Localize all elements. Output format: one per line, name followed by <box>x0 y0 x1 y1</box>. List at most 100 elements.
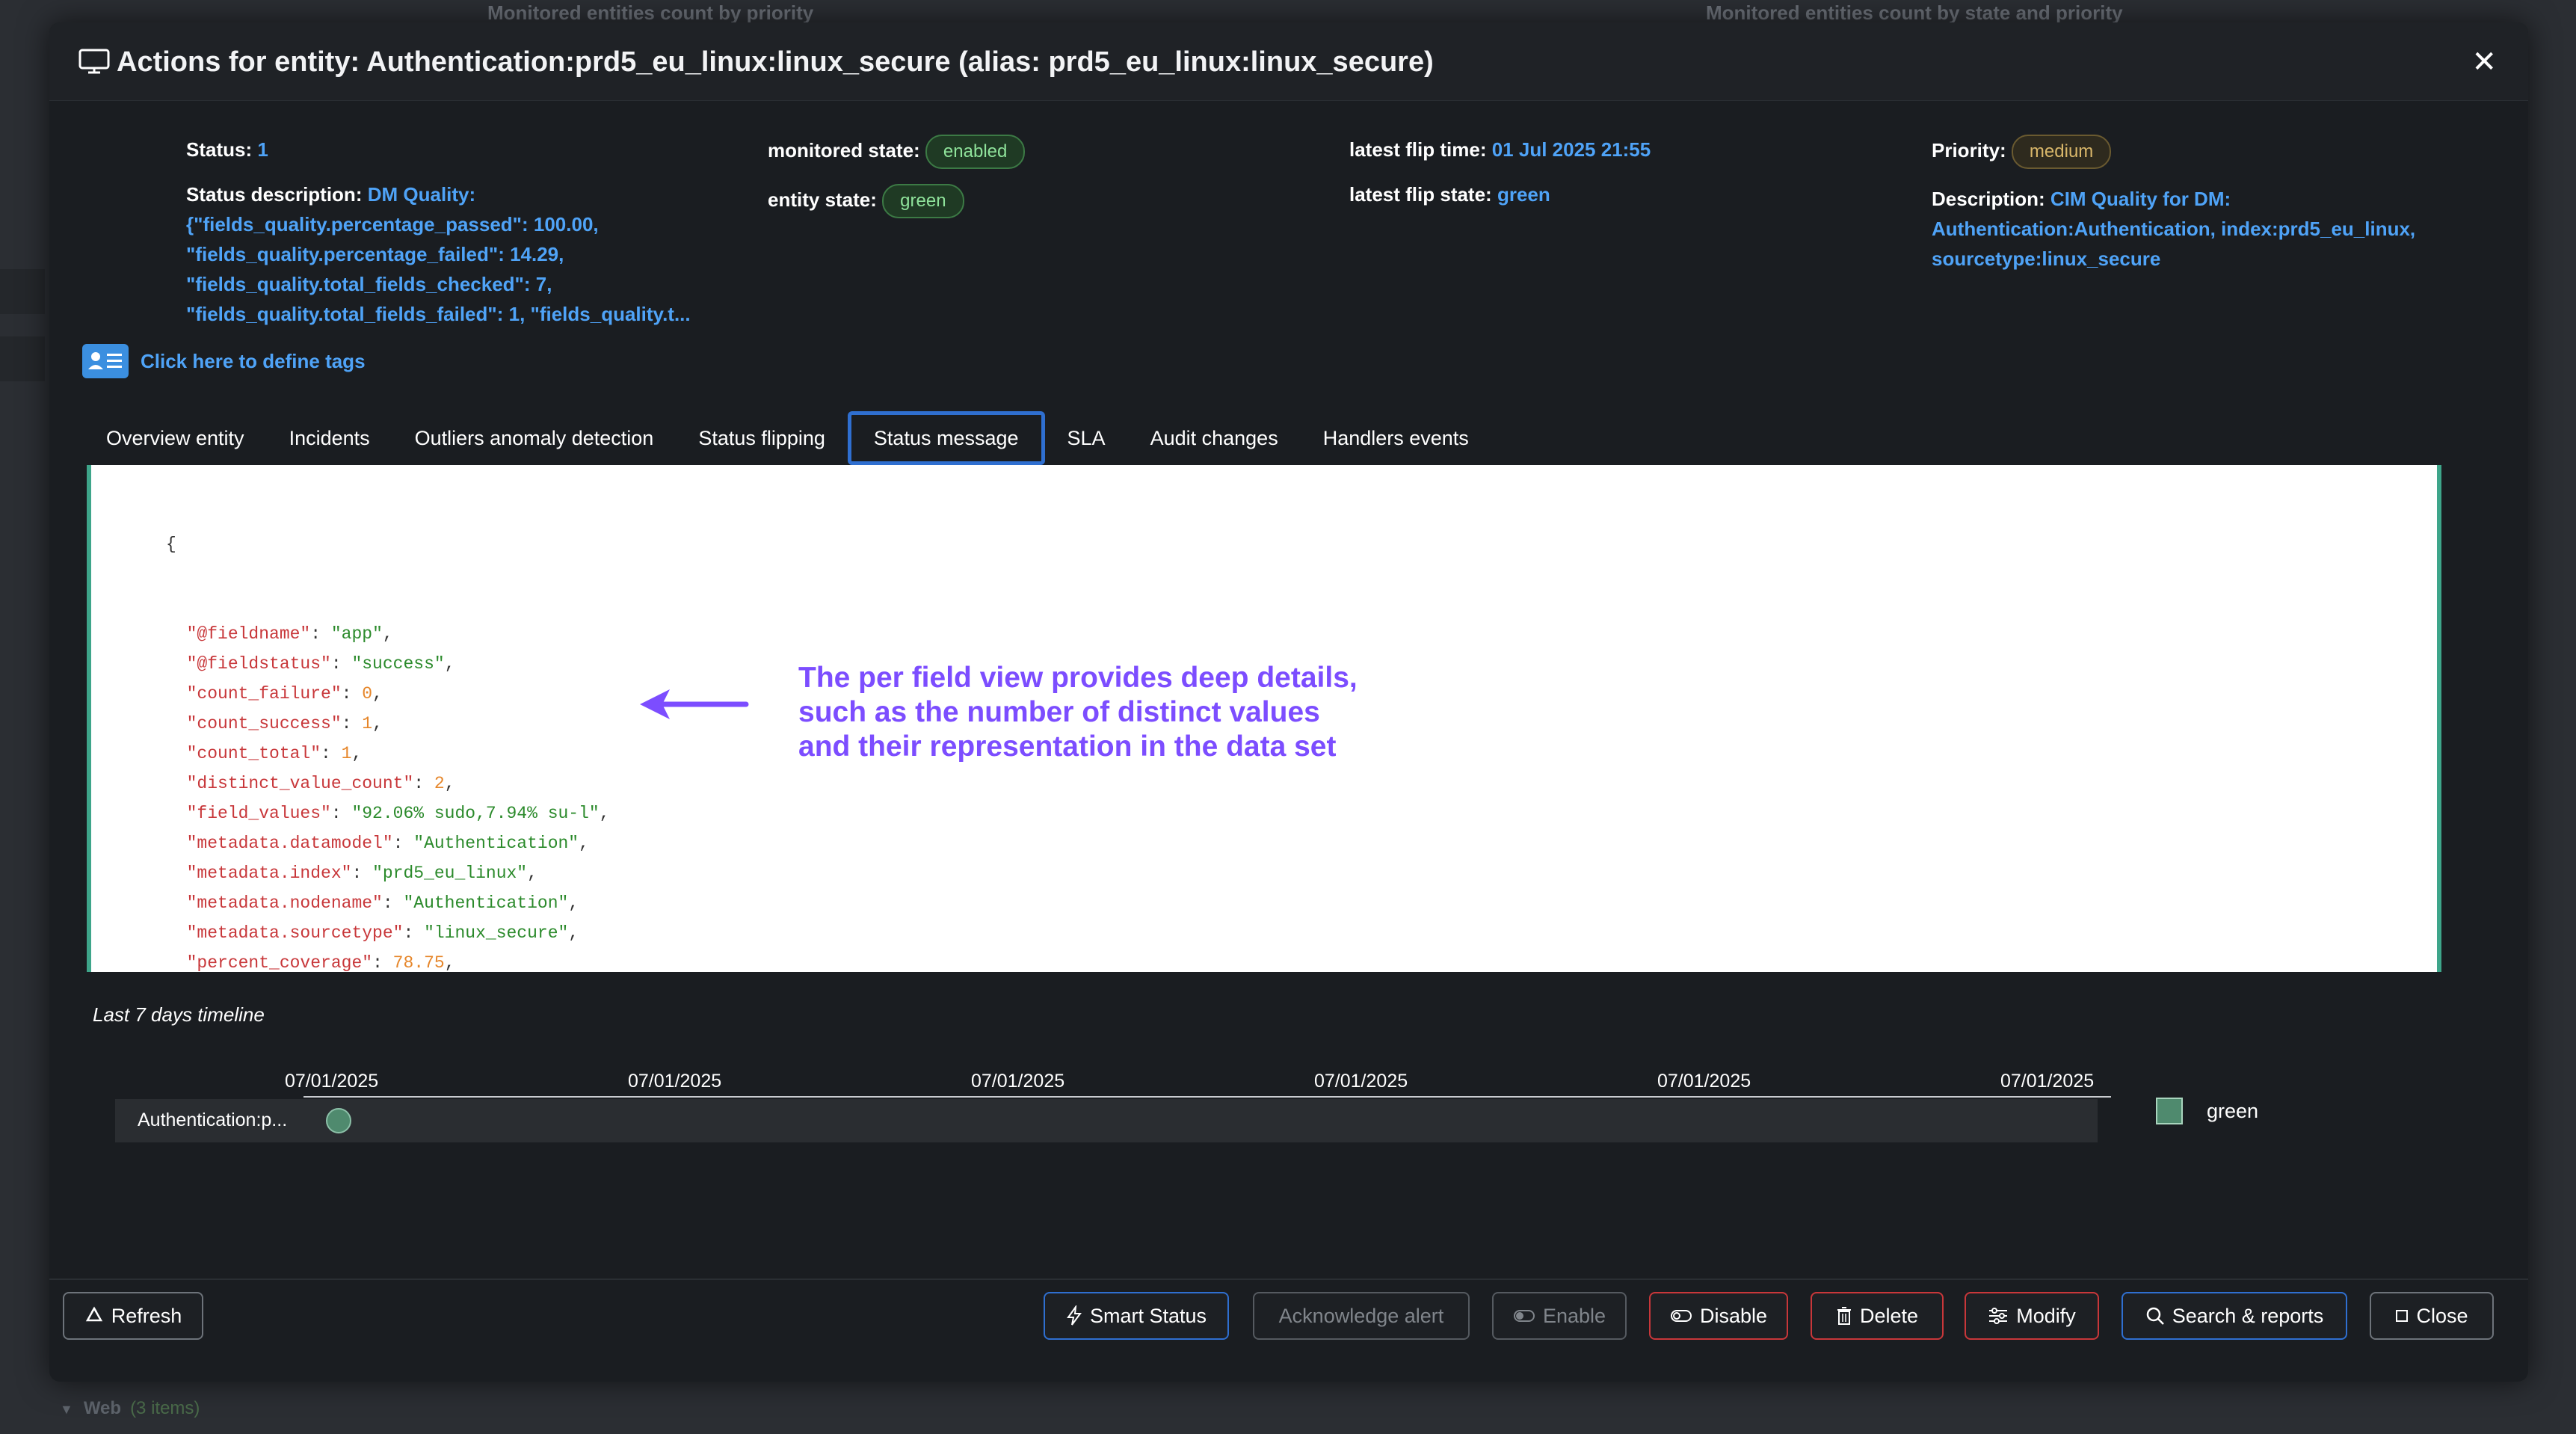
code-line: "metadata.sourcetype": "linux_secure", <box>186 923 579 943</box>
code-value: "success" <box>351 654 445 674</box>
flip-time-label: latest flip time: <box>1349 138 1487 161</box>
id-card-icon <box>82 344 129 378</box>
refresh-button[interactable]: Refresh <box>63 1292 203 1340</box>
tab-outliers-anomaly-detection[interactable]: Outliers anomaly detection <box>392 411 677 465</box>
status-description-label: Status description: <box>186 183 363 206</box>
code-value: "app" <box>330 624 383 644</box>
smart-status-button[interactable]: Smart Status <box>1044 1292 1229 1340</box>
smart-status-label: Smart Status <box>1089 1304 1207 1327</box>
bg-chart-title-state-priority: Monitored entities count by state and pr… <box>1706 1 2123 24</box>
code-line: "metadata.index": "prd5_eu_linux", <box>186 864 537 883</box>
code-key: "count_success" <box>186 714 342 733</box>
code-key: "metadata.datamodel" <box>186 834 393 853</box>
annotation-line: The per field view provides deep details… <box>798 662 1358 694</box>
annotation-line: and their representation in the data set <box>798 730 1337 763</box>
bg-section-count: (3 items) <box>130 1398 200 1418</box>
timeline-tick: 07/01/2025 <box>2000 1071 2095 1092</box>
annotation-callout: The per field view provides deep details… <box>798 661 1358 764</box>
disable-label: Disable <box>1699 1304 1768 1327</box>
tab-audit-changes[interactable]: Audit changes <box>1128 411 1301 465</box>
entity-tabs: Overview entity Incidents Outliers anoma… <box>84 411 1491 465</box>
code-value: "Authentication" <box>403 893 569 913</box>
timeline-tick: 07/01/2025 <box>971 1071 1065 1092</box>
define-tags-label: Click here to define tags <box>141 349 366 372</box>
timeline-event-dot[interactable] <box>326 1108 351 1133</box>
timeline-row: Authentication:p... <box>115 1099 2098 1142</box>
code-value: 1 <box>341 744 352 763</box>
timeline-title: Last 7 days timeline <box>93 1003 265 1026</box>
trash-icon <box>1837 1307 1851 1325</box>
search-reports-label: Search & reports <box>2172 1304 2324 1327</box>
bg-chart-title-priority: Monitored entities count by priority <box>487 1 814 24</box>
recycle-icon <box>85 1306 102 1322</box>
flip-state-value[interactable]: green <box>1497 183 1550 206</box>
status-description-line[interactable]: "fields_quality.total_fields_checked": 7… <box>186 273 552 295</box>
code-line: "metadata.datamodel": "Authentication", <box>186 834 589 853</box>
description-value[interactable]: CIM Quality for DM: <box>2050 188 2231 210</box>
tab-handlers-events[interactable]: Handlers events <box>1301 411 1491 465</box>
info-column-priority: Priority: medium Description: CIM Qualit… <box>1932 135 2470 274</box>
tab-sla[interactable]: SLA <box>1045 411 1128 465</box>
code-key: "metadata.nodename" <box>186 893 383 913</box>
search-icon <box>2146 1307 2164 1325</box>
bg-section-label: Web <box>83 1398 122 1418</box>
timeline-legend: green <box>2156 1098 2258 1124</box>
toggle-off-icon <box>1670 1310 1692 1322</box>
lightning-icon <box>1067 1305 1082 1326</box>
acknowledge-alert-button[interactable]: Acknowledge alert <box>1253 1292 1470 1340</box>
status-message-panel[interactable]: { "@fieldname": "app", "@fieldstatus": "… <box>87 465 2441 972</box>
code-key: "metadata.index" <box>186 864 352 883</box>
enable-button[interactable]: Enable <box>1492 1292 1627 1340</box>
bg-panel-edge <box>0 269 45 314</box>
entity-actions-modal: Actions for entity: Authentication:prd5_… <box>49 22 2528 1382</box>
code-key: "metadata.sourcetype" <box>186 923 404 943</box>
close-icon[interactable]: ✕ <box>2471 45 2497 79</box>
description-line[interactable]: sourcetype:linux_secure <box>1932 247 2160 270</box>
tab-overview-entity[interactable]: Overview entity <box>84 411 267 465</box>
disable-button[interactable]: Disable <box>1649 1292 1788 1340</box>
search-reports-button[interactable]: Search & reports <box>2121 1292 2347 1340</box>
monitored-state-label: monitored state: <box>768 138 920 161</box>
code-value: 0 <box>362 684 373 704</box>
code-line: "count_failure": 0, <box>186 684 383 704</box>
code-line: "@fieldname": "app", <box>186 624 393 644</box>
legend-swatch <box>2156 1098 2183 1124</box>
code-value: 1 <box>362 714 373 733</box>
refresh-label: Refresh <box>111 1304 182 1327</box>
code-value: "92.06% sudo,7.94% su-l" <box>351 804 600 823</box>
status-description-line[interactable]: "fields_quality.percentage_failed": 14.2… <box>186 243 564 265</box>
entity-state-badge: green <box>882 184 964 218</box>
flip-time-value[interactable]: 01 Jul 2025 21:55 <box>1492 138 1651 161</box>
annotation-arrow-icon <box>640 689 749 719</box>
toggle-icon <box>1513 1310 1535 1322</box>
priority-badge: medium <box>2011 135 2112 169</box>
timeline-tick: 07/01/2025 <box>1314 1071 1408 1092</box>
modify-button[interactable]: Modify <box>1965 1292 2099 1340</box>
code-line: "@fieldstatus": "success", <box>186 654 455 674</box>
status-value[interactable]: 1 <box>257 138 268 161</box>
status-description-value[interactable]: DM Quality: <box>368 183 475 206</box>
info-column-status: Status: 1 Status description: DM Quality… <box>186 135 709 329</box>
close-button[interactable]: Close <box>2370 1292 2494 1340</box>
tab-incidents[interactable]: Incidents <box>267 411 392 465</box>
json-code-block: { "@fieldname": "app", "@fieldstatus": "… <box>166 470 610 972</box>
code-line: "percent_coverage": 78.75, <box>186 953 455 972</box>
code-value: 2 <box>434 774 445 793</box>
code-open-brace: { <box>166 535 176 554</box>
status-description: Status description: DM Quality: {"fields… <box>186 179 709 329</box>
tab-status-flipping[interactable]: Status flipping <box>676 411 848 465</box>
code-value: "Authentication" <box>413 834 579 853</box>
define-tags-link[interactable]: Click here to define tags <box>82 344 366 378</box>
status-description-line[interactable]: "fields_quality.total_fields_failed": 1,… <box>186 303 691 325</box>
bg-section-web[interactable]: ▼ Web (3 items) <box>60 1398 200 1419</box>
entity-state-label: entity state: <box>768 188 877 211</box>
enable-label: Enable <box>1542 1304 1606 1327</box>
priority-label: Priority: <box>1932 138 2006 161</box>
tab-status-message[interactable]: Status message <box>847 411 1045 465</box>
code-key: "distinct_value_count" <box>186 774 414 793</box>
status-description-line[interactable]: {"fields_quality.percentage_passed": 100… <box>186 213 599 236</box>
code-key: "@fieldstatus" <box>186 654 331 674</box>
delete-button[interactable]: Delete <box>1811 1292 1944 1340</box>
description-line[interactable]: Authentication:Authentication, index:prd… <box>1932 218 2415 240</box>
timeline-row-label: Authentication:p... <box>138 1110 288 1130</box>
